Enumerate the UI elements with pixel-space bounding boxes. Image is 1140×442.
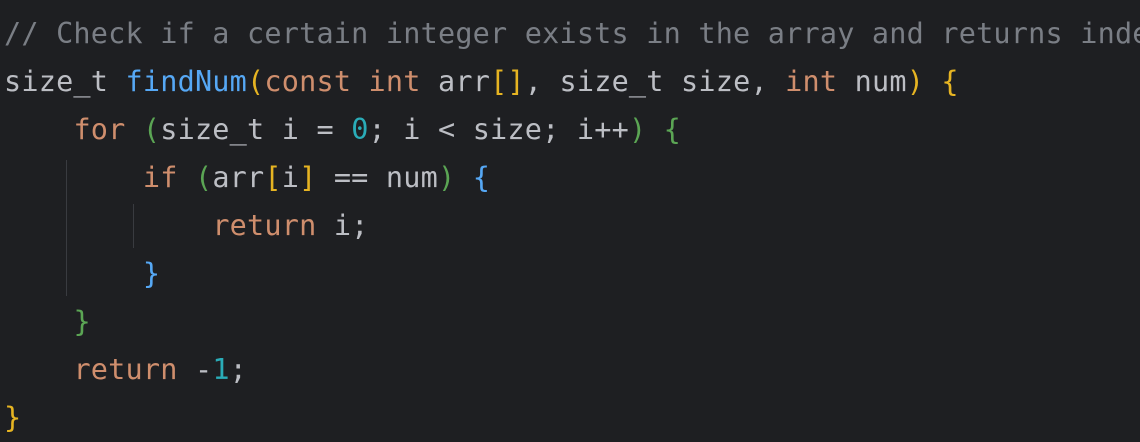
code-token: size_t [4,65,126,98]
code-token: , size_t size, [524,65,786,98]
code-line[interactable]: // Check if a certain integer exists in … [4,10,1140,58]
function-name-token: findNum [125,65,248,98]
code-line[interactable]: for (size_t i = 0; i < size; i++) { [4,106,681,154]
bracket-token: ( [247,65,265,98]
bracket-token: { [663,113,682,146]
code-token: - [194,353,213,386]
bracket-token: [ [264,161,282,194]
code-token: arr [212,161,265,194]
keyword-token: return [73,353,195,386]
code-editor[interactable]: // Check if a certain integer exists in … [0,0,1140,438]
code-line[interactable]: } [4,298,91,346]
bracket-token: ) [437,161,456,194]
bracket-token: } [142,257,161,290]
bracket-token: ( [142,113,161,146]
code-token: ; [229,353,248,386]
code-token: i; [333,209,369,242]
code-line[interactable]: return -1; [4,346,247,394]
bracket-token: ( [194,161,213,194]
keyword-token: const int [264,65,438,98]
bracket-token: [] [490,65,525,98]
code-line[interactable]: return i; [4,202,369,250]
keyword-token: return [212,209,334,242]
keyword-token: if [142,161,195,194]
code-token: size_t i = [160,113,352,146]
keyword-token: int [785,65,855,98]
keyword-token: for [73,113,143,146]
number-token: 0 [351,113,369,146]
bracket-token: } [4,401,22,434]
bracket-token: ] [299,161,317,194]
code-line[interactable]: size_t findNum(const int arr[], size_t s… [4,58,959,106]
code-token: i [281,161,300,194]
bracket-token: ) [628,113,647,146]
code-line[interactable]: } [4,394,21,442]
code-token: num [854,65,907,98]
code-line[interactable]: } [4,250,160,298]
bracket-token: } [73,305,91,338]
code-token: arr [437,65,491,98]
code-token: == num [316,161,438,194]
code-line[interactable]: if (arr[i] == num) { [4,154,490,202]
number-token: 1 [212,353,230,386]
bracket-token: ) [906,65,925,98]
bracket-token: { [941,65,959,98]
bracket-token: { [472,161,491,194]
code-token: ; i < size; i++ [368,113,629,146]
comment-token: // Check if a certain integer exists in … [4,17,1140,50]
